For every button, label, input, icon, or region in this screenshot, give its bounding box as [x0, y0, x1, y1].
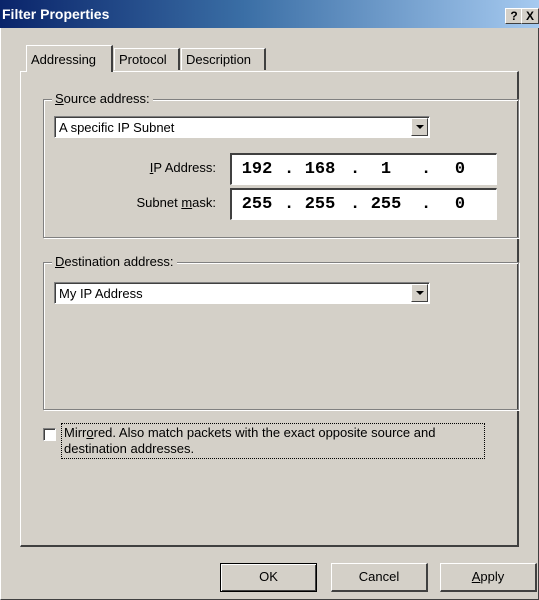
tab-protocol[interactable]: Protocol — [114, 48, 180, 70]
window-title: Filter Properties — [2, 6, 110, 22]
mask-dot: . — [421, 195, 432, 214]
ip-address-label: IP Address: — [149, 160, 216, 175]
mask-octet-3[interactable]: 255 — [366, 195, 406, 214]
ok-button[interactable]: OK — [220, 563, 317, 592]
mirrored-checkbox[interactable] — [43, 428, 56, 441]
destination-dropdown-button[interactable] — [411, 284, 428, 302]
tab-addressing[interactable]: Addressing — [26, 45, 113, 72]
chevron-down-icon — [416, 291, 424, 295]
chevron-down-icon — [416, 125, 424, 129]
mask-octet-2[interactable]: 255 — [300, 195, 340, 214]
title-bar[interactable]: Filter Properties ? X — [0, 0, 539, 28]
source-dropdown-button[interactable] — [411, 118, 428, 136]
subnet-mask-label: Subnet mask: — [136, 195, 216, 210]
ip-dot: . — [350, 160, 361, 179]
destination-address-value: My IP Address — [59, 286, 143, 301]
mask-dot: . — [284, 195, 295, 214]
subnet-mask-field[interactable]: 255 . 255 . 255 . 0 — [230, 188, 497, 220]
ip-octet-3[interactable]: 1 — [366, 160, 406, 179]
ip-dot: . — [421, 160, 432, 179]
destination-address-legend: Destination address: — [52, 254, 177, 269]
mask-octet-4[interactable]: 0 — [440, 195, 480, 214]
source-address-select[interactable]: A specific IP Subnet — [54, 116, 430, 138]
apply-button[interactable]: Apply — [440, 563, 537, 592]
ip-address-field[interactable]: 192 . 168 . 1 . 0 — [230, 153, 497, 185]
cancel-button[interactable]: Cancel — [331, 563, 428, 592]
mask-octet-1[interactable]: 255 — [237, 195, 277, 214]
ip-dot: . — [284, 160, 295, 179]
tab-description[interactable]: Description — [181, 48, 266, 70]
destination-address-select[interactable]: My IP Address — [54, 282, 430, 304]
source-address-legend: Source address: — [52, 91, 153, 106]
mirrored-label[interactable]: Mirrored. Also match packets with the ex… — [61, 423, 485, 459]
close-button[interactable]: X — [521, 8, 539, 24]
mask-dot: . — [350, 195, 361, 214]
ip-octet-2[interactable]: 168 — [300, 160, 340, 179]
source-address-value: A specific IP Subnet — [59, 120, 175, 135]
ip-octet-4[interactable]: 0 — [440, 160, 480, 179]
ip-octet-1[interactable]: 192 — [237, 160, 277, 179]
